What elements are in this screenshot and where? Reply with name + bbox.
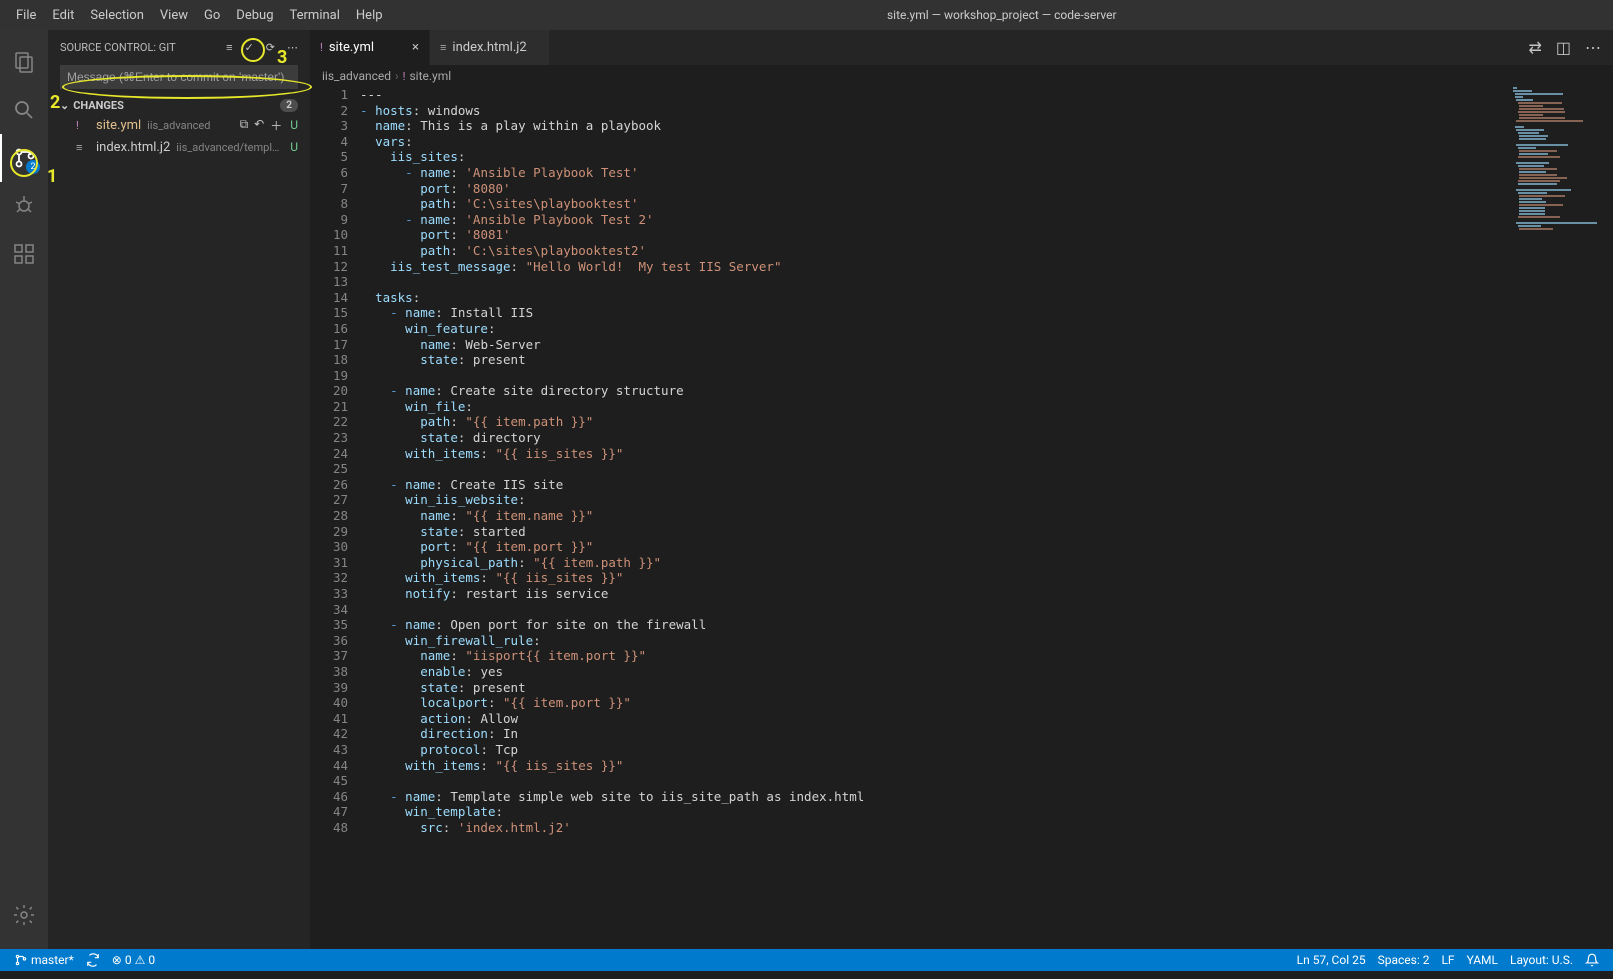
menu-bar: File Edit Selection View Go Debug Termin… [0,8,391,23]
notifications-bell-icon[interactable] [1579,953,1605,967]
language-mode[interactable]: YAML [1461,953,1504,967]
search-icon[interactable] [0,86,48,134]
tab-siteyml[interactable]: ! site.yml × [310,30,430,65]
changes-count-badge: 2 [280,99,298,112]
yaml-file-icon: ! [320,41,323,54]
explorer-icon[interactable] [0,38,48,86]
settings-gear-icon[interactable] [0,891,48,939]
changes-section-header[interactable]: ⌄ CHANGES 2 [48,97,310,114]
menu-file[interactable]: File [8,8,44,23]
file-status: U [290,118,298,132]
scm-badge: 2 [26,160,40,174]
more-actions-icon[interactable]: ⋯ [287,41,298,54]
html-file-icon: ≡ [76,141,92,154]
file-name: site.yml [96,118,141,133]
menu-view[interactable]: View [152,8,196,23]
discard-changes-icon[interactable]: ↶ [254,117,264,134]
warning-icon: ⚠ [135,953,146,967]
error-icon: ⊗ [112,953,122,967]
file-status: U [290,140,298,154]
file-path: iis_advanced [147,119,239,132]
tab-label: site.yml [329,40,404,55]
titlebar: File Edit Selection View Go Debug Termin… [0,0,1613,30]
view-as-tree-icon[interactable]: ≡ [226,41,232,54]
indentation[interactable]: Spaces: 2 [1372,953,1436,967]
branch-name: master* [31,953,74,967]
yaml-file-icon: ! [403,70,406,83]
tabs-bar: ! site.yml × ≡ index.html.j2 ⇄ ◫ ⋯ [310,30,1613,65]
more-actions-icon[interactable]: ⋯ [1585,38,1601,57]
cursor-position[interactable]: Ln 57, Col 25 [1291,953,1372,967]
menu-debug[interactable]: Debug [228,8,281,23]
stage-changes-icon[interactable]: ＋ [270,117,282,134]
open-file-icon[interactable]: ⧉ [240,117,249,134]
compare-icon[interactable]: ⇄ [1528,38,1541,57]
chevron-right-icon: › [395,69,399,83]
commit-checkmark-icon[interactable]: ✓ [245,41,254,54]
keyboard-layout[interactable]: Layout: U.S. [1504,953,1579,967]
changed-file-item[interactable]: ! site.yml iis_advanced ⧉ ↶ ＋ U [48,114,310,136]
changes-label: CHANGES [73,99,124,112]
breadcrumb[interactable]: iis_advanced › ! site.yml [310,65,1613,87]
close-icon[interactable]: × [412,40,419,55]
split-editor-icon[interactable]: ◫ [1556,38,1571,57]
editor-area: ! site.yml × ≡ index.html.j2 ⇄ ◫ ⋯ iis_a… [310,30,1613,949]
window-title: site.yml — workshop_project — code-serve… [391,8,1613,22]
menu-selection[interactable]: Selection [82,8,151,23]
refresh-icon[interactable]: ⟳ [266,41,275,54]
html-file-icon: ≡ [440,41,446,54]
statusbar: master* ⊗0 ⚠0 Ln 57, Col 25 Spaces: 2 LF… [0,949,1613,971]
source-control-icon[interactable]: 2 [0,134,48,182]
menu-edit[interactable]: Edit [44,8,82,23]
breadcrumb-file[interactable]: site.yml [409,69,451,83]
tab-label: index.html.j2 [452,40,539,55]
problems[interactable]: ⊗0 ⚠0 [106,953,161,967]
scm-sidebar: SOURCE CONTROL: GIT ≡ ✓ ⟳ ⋯ ⌄ CHANGES 2 … [48,30,310,949]
file-name: index.html.j2 [96,140,170,155]
git-branch[interactable]: master* [8,953,80,967]
sync-icon[interactable] [80,953,106,967]
debug-icon[interactable] [0,182,48,230]
breadcrumb-folder[interactable]: iis_advanced [322,69,391,83]
menu-go[interactable]: Go [196,8,228,23]
sidebar-header: SOURCE CONTROL: GIT ≡ ✓ ⟳ ⋯ [48,30,310,65]
error-count: 0 [125,953,132,967]
file-path: iis_advanced/templates [176,141,282,154]
yaml-file-icon: ! [76,119,92,132]
menu-help[interactable]: Help [348,8,391,23]
extensions-icon[interactable] [0,230,48,278]
eol[interactable]: LF [1435,953,1460,967]
chevron-down-icon: ⌄ [60,99,69,112]
menu-terminal[interactable]: Terminal [282,8,348,23]
code-editor[interactable]: 1234567891011121314151617181920212223242… [310,87,1613,949]
commit-message-input[interactable] [60,65,298,89]
changed-file-item[interactable]: ≡ index.html.j2 iis_advanced/templates U [48,136,310,158]
activitybar: 2 [0,30,48,949]
tab-indexhtmlj2[interactable]: ≡ index.html.j2 [430,30,550,65]
sidebar-title: SOURCE CONTROL: GIT [60,41,226,54]
warning-count: 0 [148,953,155,967]
